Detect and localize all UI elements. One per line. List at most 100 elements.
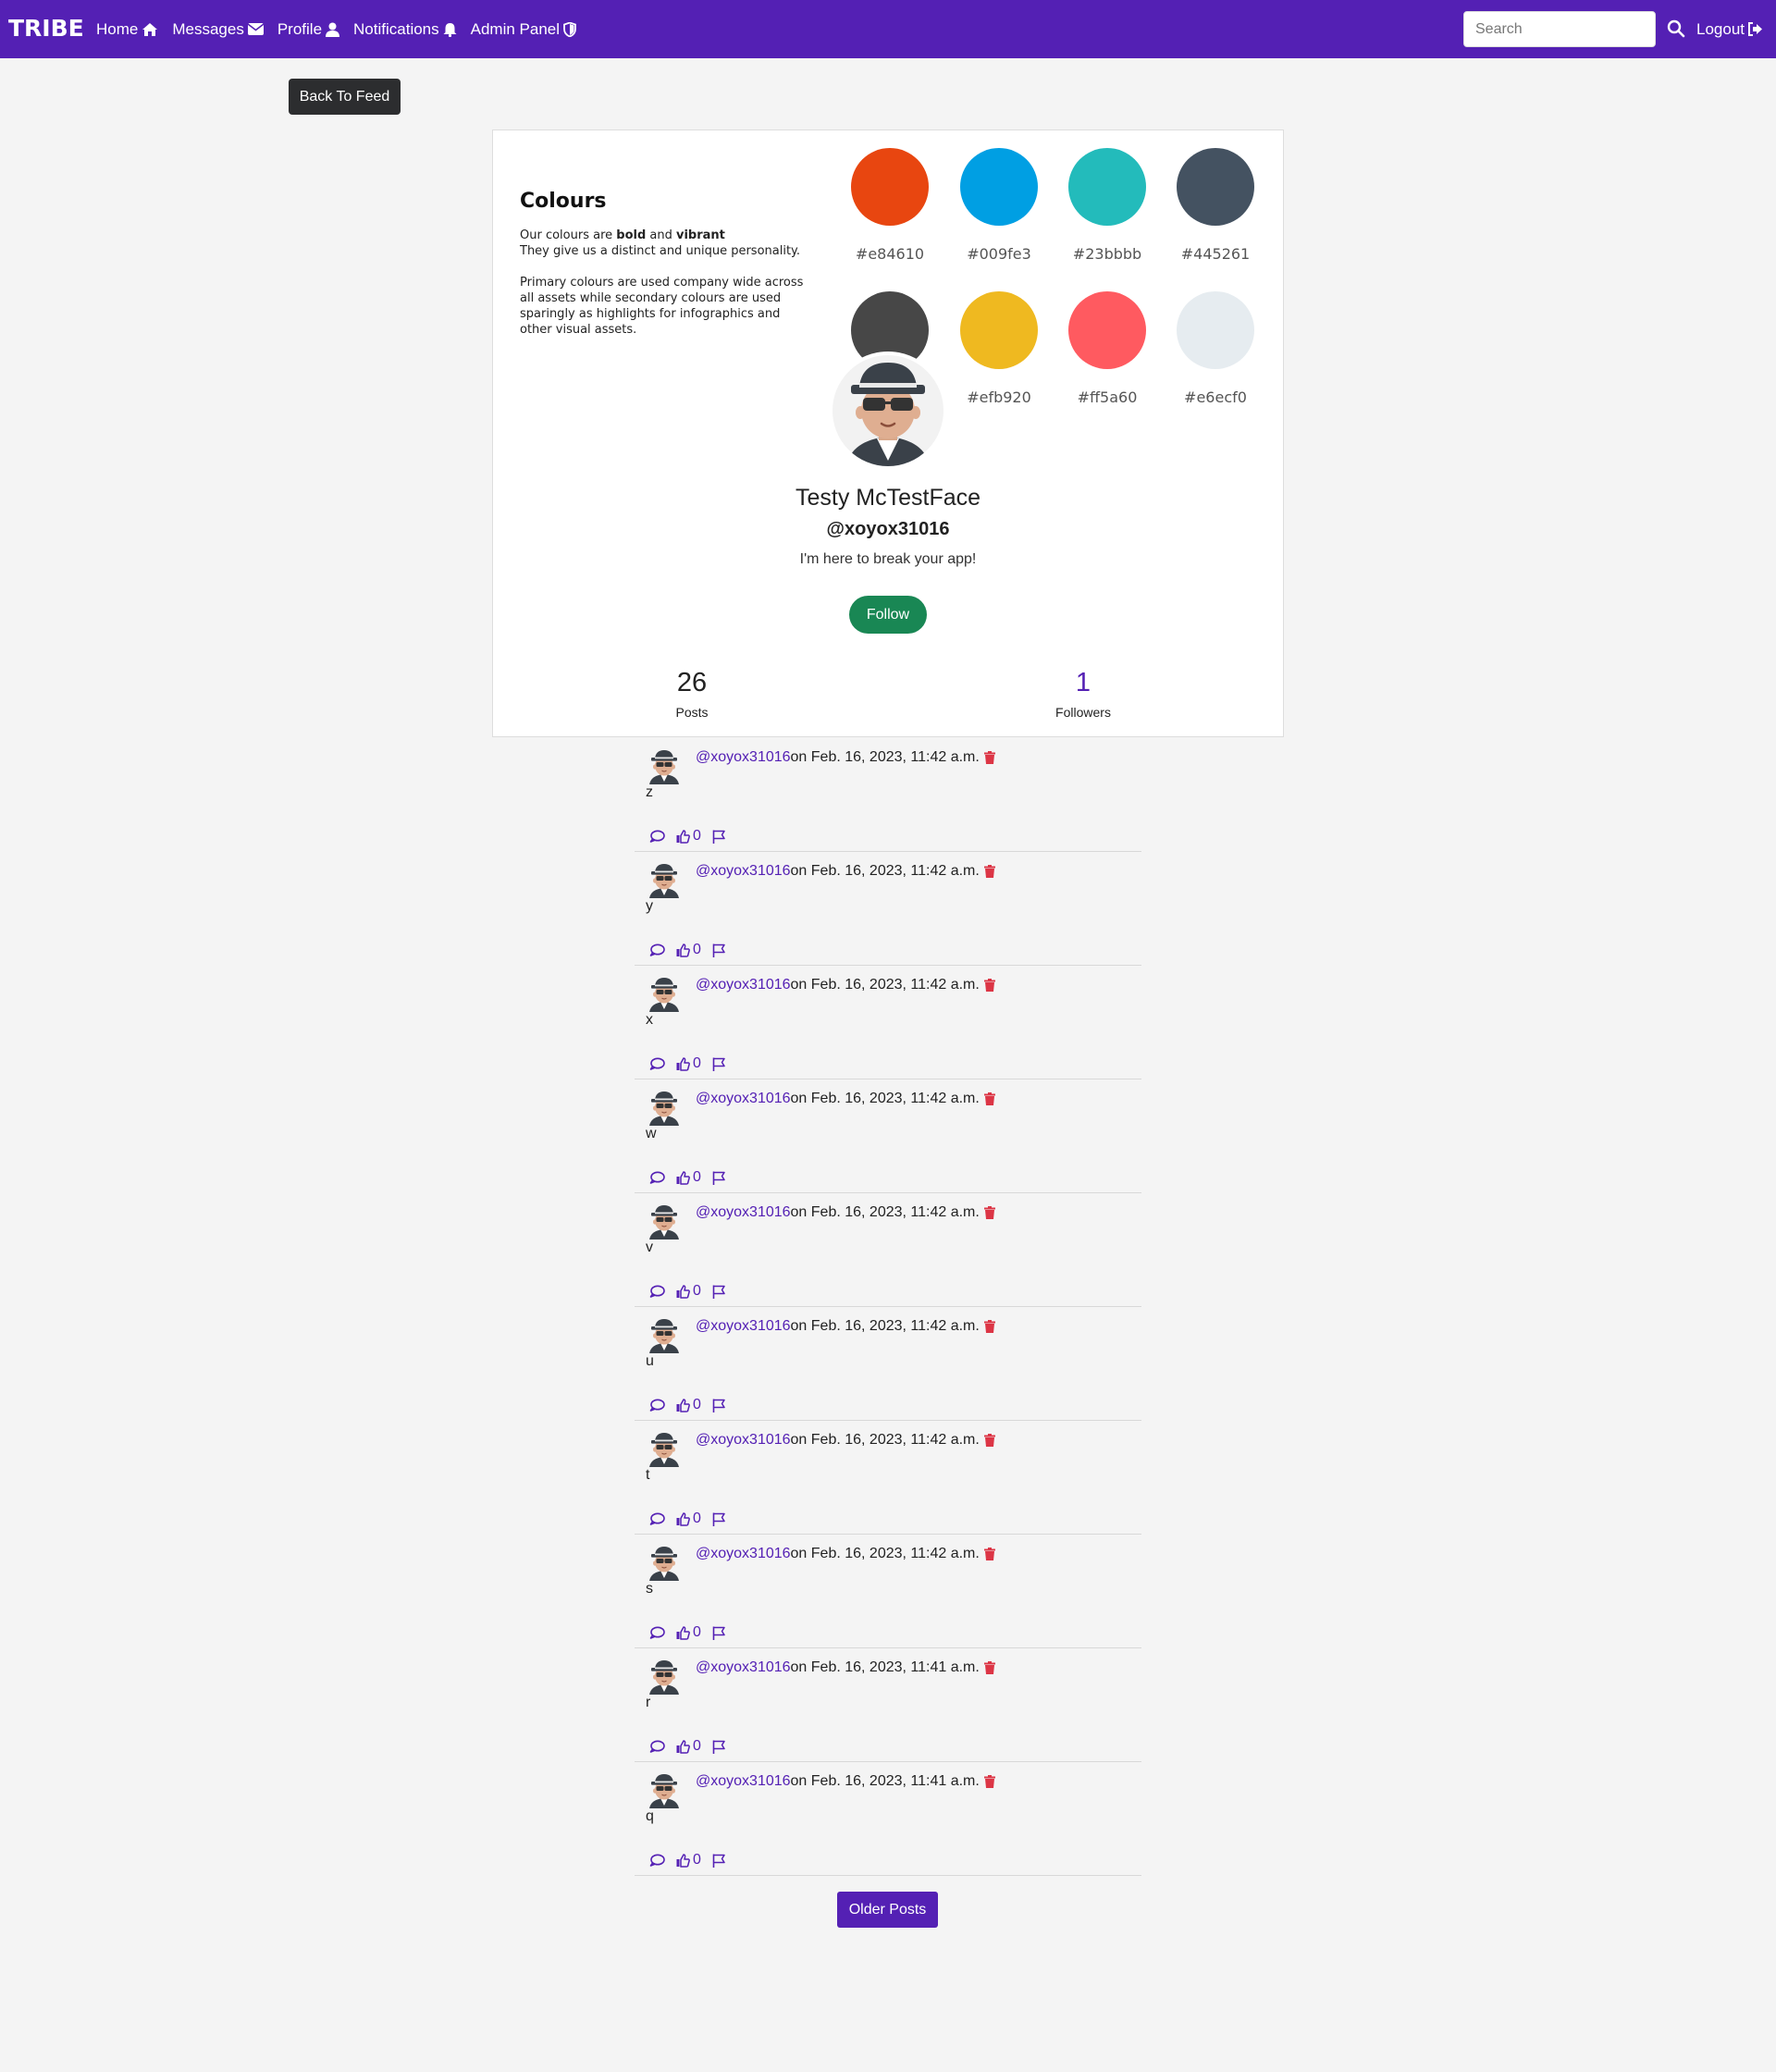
comment-button[interactable] [649, 1740, 665, 1753]
trash-icon[interactable] [983, 1320, 995, 1333]
trash-icon[interactable] [983, 1661, 995, 1674]
posts-stat: 26 Posts [599, 668, 784, 720]
post-avatar[interactable] [646, 1202, 683, 1240]
trash-icon[interactable] [983, 865, 995, 878]
comment-button[interactable] [649, 944, 665, 956]
banner-intro-prefix: Our colours are [520, 228, 617, 242]
banner-paragraph: Primary colours are used company wide ac… [520, 276, 804, 337]
post-item: @xoyox31016 on Feb. 16, 2023, 11:42 a.m.… [635, 852, 1141, 966]
post-author-link[interactable]: @xoyox31016 [696, 1091, 791, 1107]
thumbs-up-icon [676, 1625, 690, 1640]
comment-button[interactable] [649, 1285, 665, 1298]
post-avatar[interactable] [646, 1316, 683, 1353]
followers-count[interactable]: 1 [991, 668, 1176, 697]
nav-profile-link[interactable]: Profile [278, 20, 340, 39]
report-button[interactable] [712, 1057, 725, 1071]
followers-stat[interactable]: 1 Followers [991, 668, 1176, 720]
brand-logo[interactable]: TRIBE [8, 15, 84, 42]
search-icon[interactable] [1667, 19, 1685, 38]
envelope-icon [247, 23, 264, 35]
post-author-link[interactable]: @xoyox31016 [696, 749, 791, 766]
nav-notifications-label: Notifications [353, 19, 439, 38]
report-button[interactable] [712, 1399, 725, 1412]
post-avatar[interactable] [646, 1089, 683, 1126]
post-avatar[interactable] [646, 1544, 683, 1581]
post-avatar[interactable] [646, 975, 683, 1012]
like-button[interactable]: 0 [676, 1738, 701, 1755]
comment-button[interactable] [649, 1057, 665, 1070]
post-date: on Feb. 16, 2023, 11:42 a.m. [790, 1546, 980, 1561]
user-icon [326, 22, 340, 37]
post-author-link[interactable]: @xoyox31016 [696, 1659, 791, 1676]
report-button[interactable] [712, 1626, 725, 1640]
like-button[interactable]: 0 [676, 1852, 701, 1868]
trash-icon[interactable] [983, 751, 995, 764]
post-item: @xoyox31016 on Feb. 16, 2023, 11:42 a.m.… [635, 1535, 1141, 1648]
post-author-link[interactable]: @xoyox31016 [696, 1546, 791, 1562]
colour-swatch [1177, 148, 1254, 226]
post-author-link[interactable]: @xoyox31016 [696, 977, 791, 993]
post-actions: 0 [649, 942, 725, 958]
search-input[interactable] [1463, 11, 1656, 47]
post-date: on Feb. 16, 2023, 11:42 a.m. [790, 1432, 980, 1448]
comment-button[interactable] [649, 830, 665, 843]
report-button[interactable] [712, 1171, 725, 1185]
trash-icon[interactable] [983, 1434, 995, 1447]
report-button[interactable] [712, 830, 725, 844]
older-posts-button[interactable]: Older Posts [837, 1892, 938, 1928]
comment-button[interactable] [649, 1854, 665, 1867]
comment-button[interactable] [649, 1512, 665, 1525]
post-avatar[interactable] [646, 861, 683, 898]
trash-icon[interactable] [983, 979, 995, 992]
trash-icon[interactable] [983, 1775, 995, 1788]
back-to-feed-button[interactable]: Back To Feed [289, 79, 401, 115]
post-author-link[interactable]: @xoyox31016 [696, 1432, 791, 1449]
logout-label: Logout [1696, 19, 1745, 38]
report-button[interactable] [712, 1740, 725, 1754]
like-button[interactable]: 0 [676, 1624, 701, 1641]
report-button[interactable] [712, 1285, 725, 1299]
report-button[interactable] [712, 944, 725, 957]
comment-icon [649, 944, 665, 956]
nav-notifications-link[interactable]: Notifications [353, 20, 457, 39]
followers-label: Followers [1055, 705, 1111, 720]
comment-button[interactable] [649, 1626, 665, 1639]
follow-button[interactable]: Follow [849, 596, 927, 634]
post-body: t [646, 1467, 650, 1483]
post-meta: @xoyox31016 on Feb. 16, 2023, 11:42 a.m. [696, 863, 995, 880]
report-button[interactable] [712, 1854, 725, 1868]
like-button[interactable]: 0 [676, 828, 701, 845]
post-author-link[interactable]: @xoyox31016 [696, 1318, 791, 1335]
post-author-link[interactable]: @xoyox31016 [696, 863, 791, 880]
comment-icon [649, 1171, 665, 1184]
post-avatar[interactable] [646, 747, 683, 784]
comment-icon [649, 1399, 665, 1412]
nav-admin-link[interactable]: Admin Panel [471, 20, 576, 39]
post-avatar[interactable] [646, 1430, 683, 1467]
post-avatar[interactable] [646, 1771, 683, 1808]
nav-messages-link[interactable]: Messages [172, 20, 264, 39]
colour-swatch-label: #e84610 [855, 245, 925, 263]
comment-button[interactable] [649, 1171, 665, 1184]
report-button[interactable] [712, 1512, 725, 1526]
post-author-link[interactable]: @xoyox31016 [696, 1204, 791, 1221]
post-avatar[interactable] [646, 1658, 683, 1695]
trash-icon[interactable] [983, 1092, 995, 1105]
comment-icon [649, 1740, 665, 1753]
comment-button[interactable] [649, 1399, 665, 1412]
post-actions: 0 [649, 828, 725, 845]
trash-icon[interactable] [983, 1206, 995, 1219]
thumbs-up-icon [676, 1511, 690, 1526]
nav-home-label: Home [96, 19, 139, 38]
trash-icon[interactable] [983, 1548, 995, 1560]
nav-home-link[interactable]: Home [96, 20, 158, 39]
like-button[interactable]: 0 [676, 1055, 701, 1072]
colour-swatch-label: #ff5a60 [1077, 388, 1138, 406]
like-button[interactable]: 0 [676, 1169, 701, 1186]
like-button[interactable]: 0 [676, 1397, 701, 1413]
like-button[interactable]: 0 [676, 1511, 701, 1527]
like-button[interactable]: 0 [676, 1283, 701, 1300]
like-button[interactable]: 0 [676, 942, 701, 958]
post-author-link[interactable]: @xoyox31016 [696, 1773, 791, 1790]
logout-link[interactable]: Logout [1696, 0, 1763, 58]
